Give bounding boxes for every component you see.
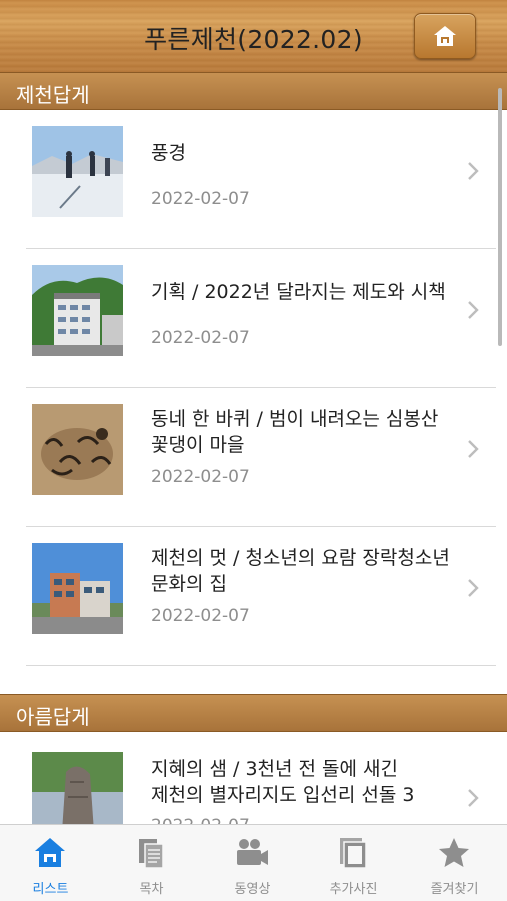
home-icon [35, 838, 65, 867]
home-icon [434, 26, 456, 46]
section-title: 제천답게 [16, 83, 90, 107]
chevron-right-icon [468, 789, 479, 807]
item-date: 2022-02-07 [151, 467, 250, 487]
thumbnail-image [32, 404, 123, 495]
scrollbar[interactable] [498, 88, 502, 346]
thumbnail-image [32, 752, 123, 824]
item-date: 2022-02-07 [151, 189, 250, 209]
item-date: 2022-02-07 [151, 328, 250, 348]
list-item[interactable]: 제천의 멋 / 청소년의 요람 장락청소년 문화의 집 2022-02-07 [0, 527, 496, 666]
section-header-jecheondapge: 제천답게 [0, 72, 507, 110]
tab-extra-photos[interactable]: 추가사진 [303, 825, 404, 901]
chevron-right-icon [468, 301, 479, 319]
divider [26, 665, 496, 666]
star-icon [439, 838, 469, 867]
thumbnail-image [32, 543, 123, 634]
section-header-areumdapge: 아름답게 [0, 694, 507, 732]
thumbnail-image [32, 126, 123, 217]
item-title: 지혜의 샘 / 3천년 전 돌에 새긴 제천의 별자리지도 입선리 선돌 3 [151, 758, 415, 806]
tab-bar: 리스트 목차 동영상 추가사진 즐겨찾기 [0, 824, 507, 901]
tab-favorites[interactable]: 즐겨찾기 [404, 825, 505, 901]
item-title: 동네 한 바퀴 / 범이 내려오는 심봉산 꽃댕이 마을 [151, 408, 439, 456]
chevron-right-icon [468, 440, 479, 458]
item-date: 2022-02-07 [151, 816, 250, 824]
item-title: 제천의 멋 / 청소년의 요람 장락청소년 문화의 집 [151, 547, 450, 595]
item-date: 2022-02-07 [151, 606, 250, 626]
thumbnail-image [32, 265, 123, 356]
section-title: 아름답게 [16, 705, 90, 729]
tab-video[interactable]: 동영상 [202, 825, 303, 901]
list-item[interactable]: 풍경 2022-02-07 [0, 110, 496, 249]
chevron-right-icon [468, 579, 479, 597]
chevron-right-icon [468, 162, 479, 180]
video-camera-icon [237, 839, 268, 865]
tab-list[interactable]: 리스트 [0, 825, 101, 901]
tab-contents[interactable]: 목차 [101, 825, 202, 901]
item-title: 기획 / 2022년 달라지는 제도와 시책 [151, 281, 446, 303]
app-header: 푸른제천(2022.02) [0, 0, 507, 73]
list-item[interactable]: 동네 한 바퀴 / 범이 내려오는 심봉산 꽃댕이 마을 2022-02-07 [0, 388, 496, 527]
list-item[interactable]: 지혜의 샘 / 3천년 전 돌에 새긴 제천의 별자리지도 입선리 선돌 3 2… [0, 732, 496, 824]
photos-icon [340, 838, 367, 869]
item-title: 풍경 [151, 142, 186, 164]
home-button[interactable] [414, 13, 476, 59]
documents-icon [139, 839, 164, 869]
list-item[interactable]: 기획 / 2022년 달라지는 제도와 시책 2022-02-07 [0, 249, 496, 388]
